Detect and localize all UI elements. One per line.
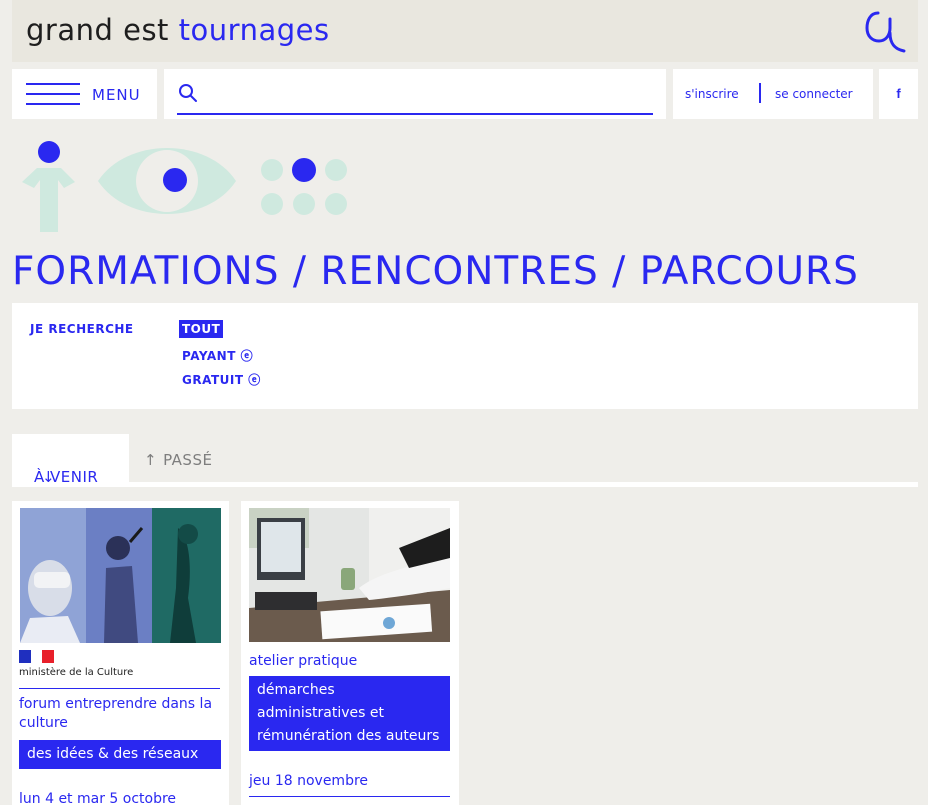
card-title[interactable]: forum entreprendre dans la culture: [19, 695, 223, 733]
card-date: lun 4 et mar 5 octobre: [19, 791, 177, 805]
filter-label: JE RECHERCHE: [30, 322, 134, 336]
french-flag-icon: [19, 650, 55, 663]
hamburger-icon: [26, 83, 80, 105]
event-image: [249, 508, 450, 642]
card-subtitle: des idées & des réseaux: [19, 740, 221, 769]
card-date: jeu 18 novembre: [249, 773, 369, 789]
filter-option-payant[interactable]: PAYANT ⓔ: [179, 345, 256, 366]
filter-option-tout[interactable]: TOUT: [179, 320, 224, 338]
logo-text-tournages: tournages: [178, 13, 330, 47]
card-category: atelier pratique: [249, 653, 358, 669]
ministry-label: ministère de la Culture: [19, 667, 134, 678]
register-link[interactable]: s'inscrire: [685, 87, 739, 101]
login-link[interactable]: se connecter: [775, 87, 853, 101]
dots-icon: [261, 158, 347, 215]
auth-links: s'inscrire se connecter: [673, 69, 873, 119]
filter-panel: JE RECHERCHE TOUT PAYANT ⓔ GRATUIT ⓔ: [12, 303, 918, 409]
tabs-underline: [12, 482, 918, 487]
tab-past-label: PASSÉ: [163, 451, 213, 469]
logo-mark-icon[interactable]: [864, 9, 906, 55]
card-title[interactable]: démarches administratives et rémunératio…: [249, 676, 450, 751]
tab-upcoming[interactable]: À VENIR ↓: [12, 434, 129, 487]
person-icon: [22, 141, 75, 232]
menu-label: MENU: [92, 86, 141, 104]
event-card[interactable]: ministère de la Culture forum entreprend…: [12, 501, 229, 805]
eye-icon: [98, 148, 236, 214]
facebook-icon: f: [896, 86, 901, 101]
auth-divider: [759, 83, 761, 103]
arrow-up-icon: ↑: [144, 451, 158, 469]
search-icon[interactable]: [178, 83, 198, 103]
event-image: [20, 508, 221, 643]
filter-option-gratuit[interactable]: GRATUIT ⓔ: [179, 369, 264, 390]
arrow-down-icon: ↓: [42, 468, 56, 486]
tab-past[interactable]: ↑ PASSÉ: [144, 451, 212, 469]
search-bar: [164, 69, 666, 119]
menu-button[interactable]: MENU: [12, 69, 157, 119]
hero-illustration: [22, 141, 347, 232]
card-divider: [19, 688, 220, 689]
facebook-button[interactable]: f: [879, 69, 918, 119]
event-card[interactable]: atelier pratique démarches administrativ…: [241, 501, 459, 805]
page-title: FORMATIONS / RENCONTRES / PARCOURS: [12, 249, 859, 294]
card-divider: [249, 796, 450, 797]
site-logo[interactable]: grand est tournages: [26, 13, 330, 47]
logo-text-grand-est: grand est: [26, 13, 169, 47]
search-input[interactable]: [177, 79, 653, 115]
site-header: grand est tournages: [12, 0, 918, 62]
